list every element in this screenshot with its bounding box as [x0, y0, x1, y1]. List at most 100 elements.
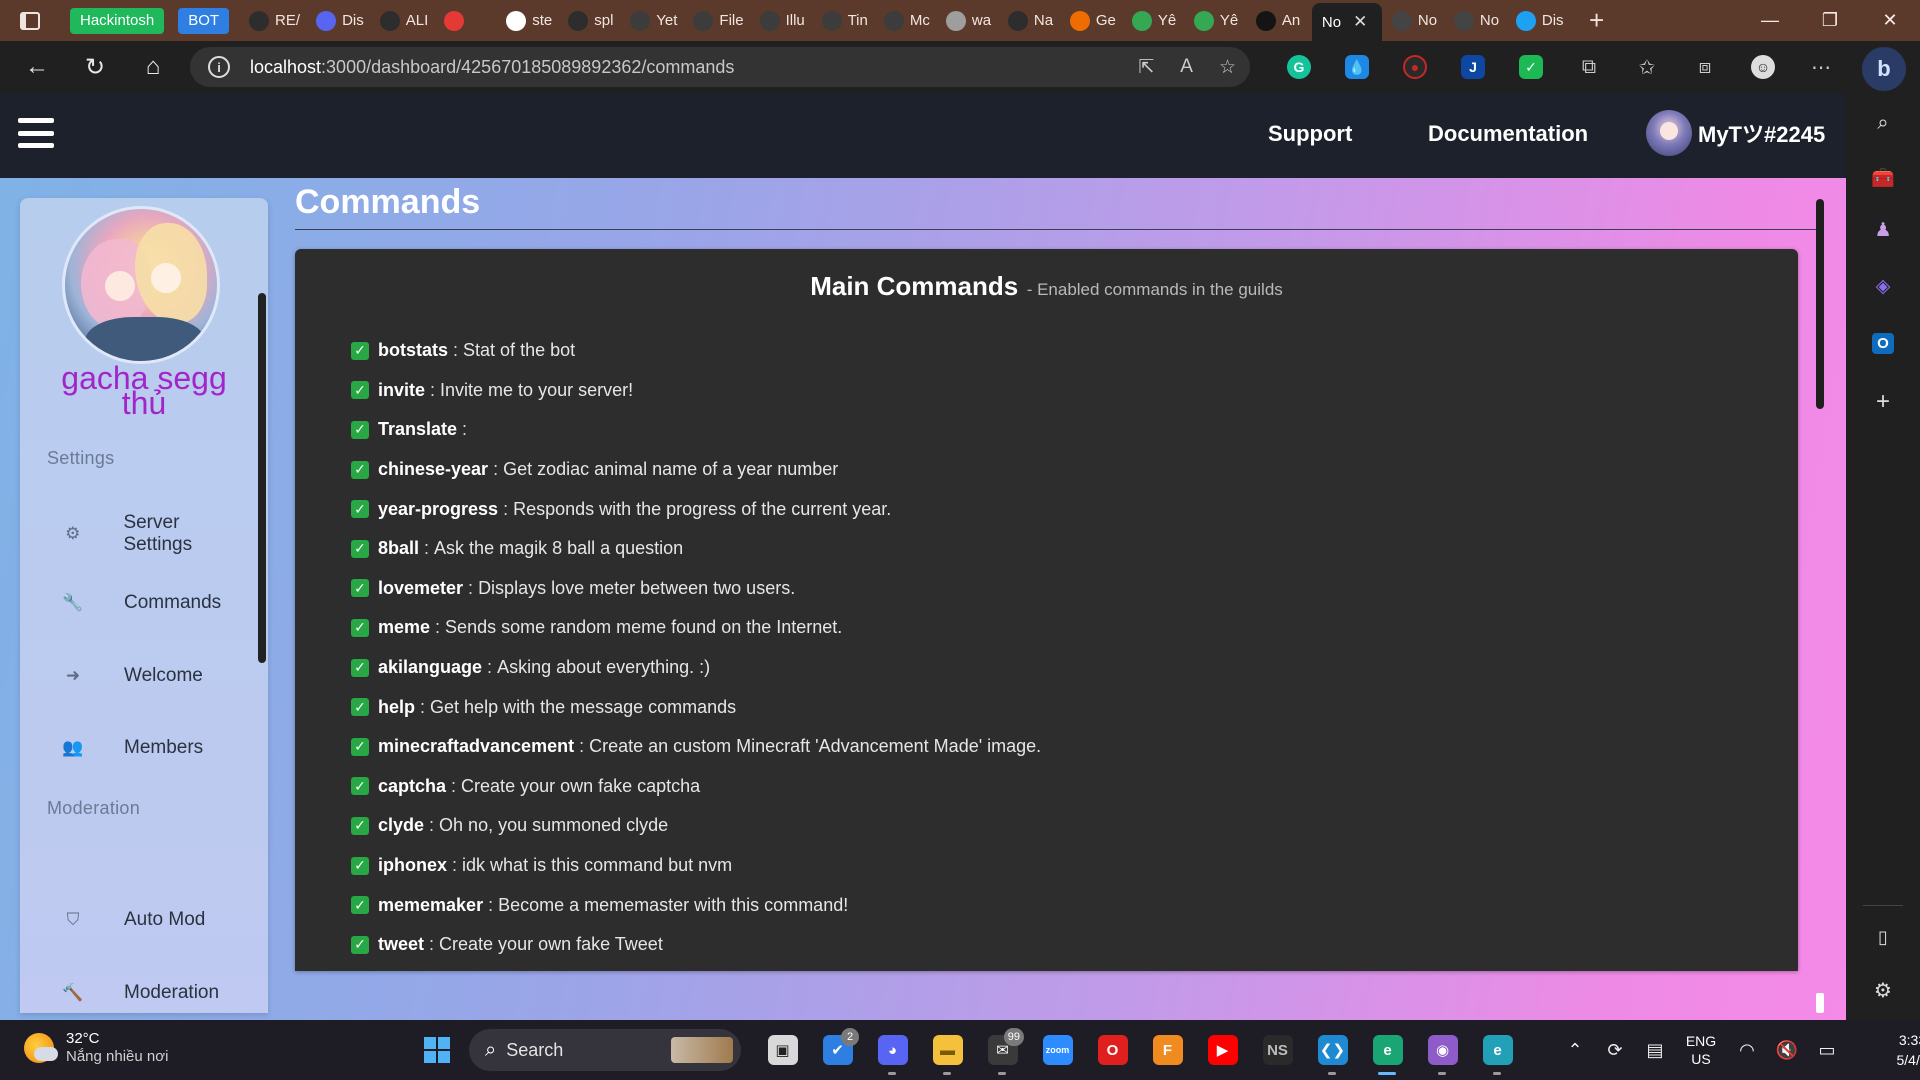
taskbar-search[interactable]: ⌕ Search — [469, 1029, 741, 1071]
adblock-extension[interactable]: ✓ — [1502, 47, 1560, 87]
command-enabled-checkbox[interactable]: ✓ — [351, 618, 369, 637]
browser-tab-4[interactable]: ste — [500, 4, 558, 38]
taskbar-app-todo[interactable]: ✔ 2 — [810, 1028, 865, 1072]
address-bar[interactable]: i localhost:3000/dashboard/4256701850898… — [190, 47, 1250, 87]
new-tab-button[interactable]: + — [1582, 5, 1612, 36]
add-sidebar-app-icon[interactable]: + — [1863, 382, 1903, 422]
toolbox-icon[interactable]: 🧰 — [1863, 158, 1903, 198]
command-enabled-checkbox[interactable]: ✓ — [351, 816, 369, 835]
ime-icon[interactable]: ▤ — [1635, 1028, 1675, 1072]
sidebar-item-members[interactable]: 👥 Members — [50, 728, 250, 768]
open-in-app-icon[interactable]: ⇱ — [1138, 56, 1154, 79]
taskbar-app-task-view[interactable]: ▣ — [755, 1028, 810, 1072]
sidebar-item-commands[interactable]: 🔧 Commands — [50, 583, 250, 623]
command-enabled-checkbox[interactable]: ✓ — [351, 500, 369, 519]
taskbar-app-edge[interactable]: e — [1360, 1028, 1415, 1075]
minimize-icon[interactable]: — — [1740, 0, 1800, 41]
browser-tab-14[interactable]: Yê — [1126, 4, 1184, 38]
copilot-icon[interactable]: ◈ — [1863, 266, 1903, 306]
nav-documentation-link[interactable]: Documentation — [1428, 121, 1588, 147]
browser-tab-1[interactable]: Dis — [310, 4, 370, 38]
favorites-button[interactable]: ✩ — [1618, 47, 1676, 87]
command-enabled-checkbox[interactable]: ✓ — [351, 698, 369, 717]
sidebar-item-server-settings[interactable]: ⚙ Server Settings — [50, 512, 250, 555]
games-icon[interactable]: ♟ — [1863, 210, 1903, 250]
browser-tab-trailing-0[interactable]: No — [1386, 4, 1444, 38]
browser-tab-trailing-2[interactable]: Dis — [1510, 4, 1570, 38]
extensions-button[interactable]: ⧉ — [1560, 47, 1618, 87]
browser-tab-11[interactable]: wa — [940, 4, 998, 38]
sidebar-item-auto-mod[interactable]: ⛉ Auto Mod — [50, 900, 250, 940]
taskbar-app-edge-dev[interactable]: e — [1470, 1028, 1525, 1075]
browser-tab-0[interactable]: RE/ — [243, 4, 306, 38]
sidebar-item-welcome[interactable]: ➜ Welcome — [50, 656, 250, 696]
browser-tab-6[interactable]: Yet — [624, 4, 683, 38]
sidebar-settings-icon[interactable]: ⚙ — [1863, 970, 1903, 1010]
taskbar-app-discord[interactable]: ◕ — [865, 1028, 920, 1075]
restore-icon[interactable]: ❐ — [1800, 0, 1860, 41]
close-tab-icon[interactable]: ✕ — [1353, 12, 1367, 32]
taskbar-app-vscode[interactable]: ❮❯ — [1305, 1028, 1360, 1075]
taskbar-app-fl-studio[interactable]: F — [1140, 1028, 1195, 1072]
taskbar-app-github-desktop[interactable]: ◉ — [1415, 1028, 1470, 1075]
sync-icon[interactable]: ⟳ — [1595, 1028, 1635, 1072]
command-enabled-checkbox[interactable]: ✓ — [351, 381, 369, 400]
wifi-icon[interactable]: ◠ — [1727, 1028, 1767, 1072]
page-scrollbar-thumb[interactable] — [1816, 199, 1824, 409]
grammarly-extension[interactable]: G — [1270, 47, 1328, 87]
browser-tab-16[interactable]: An — [1250, 4, 1308, 38]
system-clock[interactable]: 3:33 PM 5/4/2023 — [1861, 1030, 1920, 1070]
show-hidden-icons-chevron[interactable]: ⌃ — [1555, 1028, 1595, 1072]
collections-button[interactable]: ⧈ — [1676, 47, 1734, 87]
sidebar-search-icon[interactable]: ⌕ — [1863, 103, 1903, 143]
user-menu[interactable]: MyTツ#2245 — [1646, 108, 1825, 158]
record-extension[interactable]: ● — [1386, 47, 1444, 87]
command-enabled-checkbox[interactable]: ✓ — [351, 460, 369, 479]
close-window-icon[interactable]: ✕ — [1860, 0, 1920, 41]
browser-tab-15[interactable]: Yê — [1188, 4, 1246, 38]
command-enabled-checkbox[interactable]: ✓ — [351, 539, 369, 558]
hamburger-menu-icon[interactable] — [18, 118, 54, 148]
browser-tab-12[interactable]: Na — [1002, 4, 1060, 38]
browser-tab-7[interactable]: File — [687, 4, 749, 38]
volume-muted-icon[interactable]: 🔇 — [1767, 1028, 1807, 1072]
command-enabled-checkbox[interactable]: ✓ — [351, 579, 369, 598]
add-favorite-icon[interactable]: ☆ — [1219, 56, 1236, 79]
bookmark-bot[interactable]: BOT — [178, 7, 230, 34]
sidebar-item-moderation[interactable]: 🔨 Moderation — [50, 973, 250, 1013]
weather-widget[interactable]: 32°C Nắng nhiều nơi — [24, 1030, 168, 1066]
taskbar-app-opera[interactable]: O — [1085, 1028, 1140, 1072]
taskbar-app-zoom[interactable]: zoom — [1030, 1028, 1085, 1072]
language-indicator[interactable]: ENG US — [1675, 1032, 1727, 1068]
battery-icon[interactable]: ▭ — [1807, 1028, 1847, 1072]
outlook-icon[interactable]: O — [1863, 323, 1903, 363]
more-menu-button[interactable]: ⋯ — [1792, 47, 1850, 87]
browser-tab-2[interactable]: ALI — [374, 4, 435, 38]
browser-tab-trailing-1[interactable]: No — [1448, 4, 1506, 38]
command-enabled-checkbox[interactable]: ✓ — [351, 737, 369, 756]
browser-tab-3[interactable] — [438, 4, 496, 38]
page-scrollbar-end[interactable] — [1816, 993, 1824, 1013]
command-enabled-checkbox[interactable]: ✓ — [351, 935, 369, 954]
sidebar-scrollbar[interactable] — [258, 293, 266, 663]
reload-button[interactable]: ↻ — [66, 47, 124, 87]
browser-tab-8[interactable]: Illu — [754, 4, 812, 38]
taskbar-app-nosaved[interactable]: NS — [1250, 1028, 1305, 1072]
taskbar-app-file-explorer[interactable]: ▬ — [920, 1028, 975, 1075]
bookmark-hackintosh[interactable]: Hackintosh — [70, 7, 165, 34]
command-enabled-checkbox[interactable]: ✓ — [351, 658, 369, 677]
back-button[interactable]: ← — [8, 47, 66, 87]
browser-tab-5[interactable]: spl — [562, 4, 620, 38]
start-button[interactable] — [415, 1028, 459, 1072]
command-enabled-checkbox[interactable]: ✓ — [351, 856, 369, 875]
j-extension[interactable]: J — [1444, 47, 1502, 87]
hide-sidebar-icon[interactable]: ▯ — [1863, 917, 1903, 957]
command-enabled-checkbox[interactable]: ✓ — [351, 777, 369, 796]
browser-tab-13[interactable]: Ge — [1064, 4, 1122, 38]
nav-support-link[interactable]: Support — [1268, 121, 1352, 147]
browser-tab-9[interactable]: Tin — [816, 4, 874, 38]
active-tab[interactable]: No ✕ — [1311, 3, 1382, 41]
taskbar-app-mail[interactable]: ✉ 99 — [975, 1028, 1030, 1075]
home-button[interactable]: ⌂ — [124, 47, 182, 87]
water-extension[interactable]: 💧 — [1328, 47, 1386, 87]
